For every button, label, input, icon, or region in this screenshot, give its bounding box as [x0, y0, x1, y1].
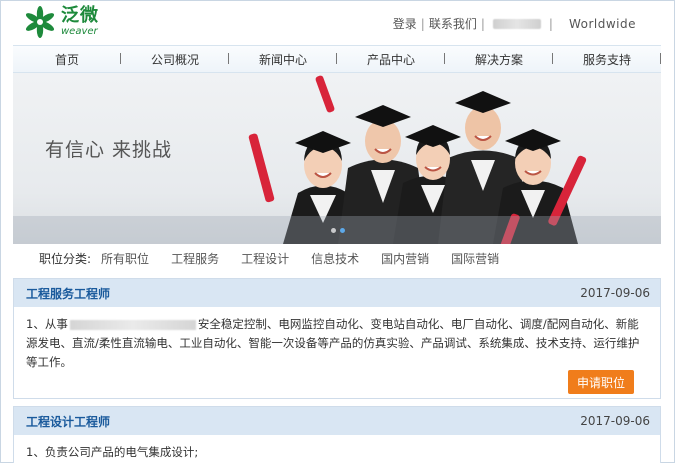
main-nav: 首页 公司概况 新闻中心 产品中心 解决方案 服务支持	[13, 45, 661, 73]
category-it[interactable]: 信息技术	[311, 250, 359, 267]
category-label: 职位分类:	[39, 251, 92, 266]
nav-item-support[interactable]: 服务支持	[553, 51, 661, 68]
job-description: 1、从事 安全稳定控制、电网监控自动化、变电站自动化、电厂自动化、调度/配网自动化…	[14, 307, 660, 372]
nav-item-solutions[interactable]: 解决方案	[445, 51, 553, 68]
nav-item-home[interactable]: 首页	[13, 51, 121, 68]
category-engineering-service[interactable]: 工程服务	[171, 250, 219, 267]
banner-slogan: 有信心 来挑战	[45, 139, 173, 161]
hero-banner[interactable]: 有信心 来挑战	[13, 73, 661, 244]
job-title[interactable]: 工程设计工程师	[26, 413, 110, 430]
job-category-bar: 职位分类: 所有职位 工程服务 工程设计 信息技术 国内营销 国际营销	[13, 244, 661, 272]
job-title[interactable]: 工程服务工程师	[26, 285, 110, 302]
job-date: 2017-09-06	[580, 414, 650, 428]
brand-name-en: weaver	[61, 26, 98, 37]
weaver-logo-icon	[25, 6, 55, 38]
nav-item-about[interactable]: 公司概况	[121, 51, 229, 68]
job-header: 工程服务工程师 2017-09-06	[14, 279, 660, 307]
login-link[interactable]: 登录	[393, 15, 417, 32]
site-header: 泛微 weaver 登录 | 联系我们 | | Worldwide	[1, 1, 674, 45]
job-desc-prefix: 1、从事	[26, 317, 68, 331]
job-header: 工程设计工程师 2017-09-06	[14, 407, 660, 435]
brand-name: 泛微	[61, 5, 99, 26]
redacted-text	[69, 319, 196, 330]
divider: |	[420, 16, 425, 31]
carousel-dot[interactable]	[331, 228, 336, 233]
job-card: 工程服务工程师 2017-09-06 1、从事 安全稳定控制、电网监控自动化、变电…	[13, 278, 661, 399]
carousel-dots	[331, 228, 345, 233]
apply-job-button[interactable]: 申请职位	[568, 370, 634, 394]
divider: |	[548, 16, 553, 31]
category-domestic-sales[interactable]: 国内营销	[381, 250, 429, 267]
category-all[interactable]: 所有职位	[101, 250, 149, 267]
redacted-link	[492, 18, 541, 29]
category-engineering-design[interactable]: 工程设计	[241, 250, 289, 267]
job-date: 2017-09-06	[580, 286, 650, 300]
job-description: 1、负责公司产品的电气集成设计;	[26, 445, 199, 459]
nav-item-news[interactable]: 新闻中心	[229, 51, 337, 68]
worldwide-link[interactable]: Worldwide	[569, 17, 636, 31]
top-links: 登录 | 联系我们 | | Worldwide	[393, 15, 636, 32]
contact-link[interactable]: 联系我们	[429, 15, 477, 32]
divider: |	[480, 16, 485, 31]
nav-item-products[interactable]: 产品中心	[337, 51, 445, 68]
category-intl-sales[interactable]: 国际营销	[451, 250, 499, 267]
job-card: 工程设计工程师 2017-09-06 1、负责公司产品的电气集成设计;	[13, 406, 661, 463]
brand-logo[interactable]: 泛微 weaver	[23, 5, 99, 39]
carousel-dot-active[interactable]	[340, 228, 345, 233]
